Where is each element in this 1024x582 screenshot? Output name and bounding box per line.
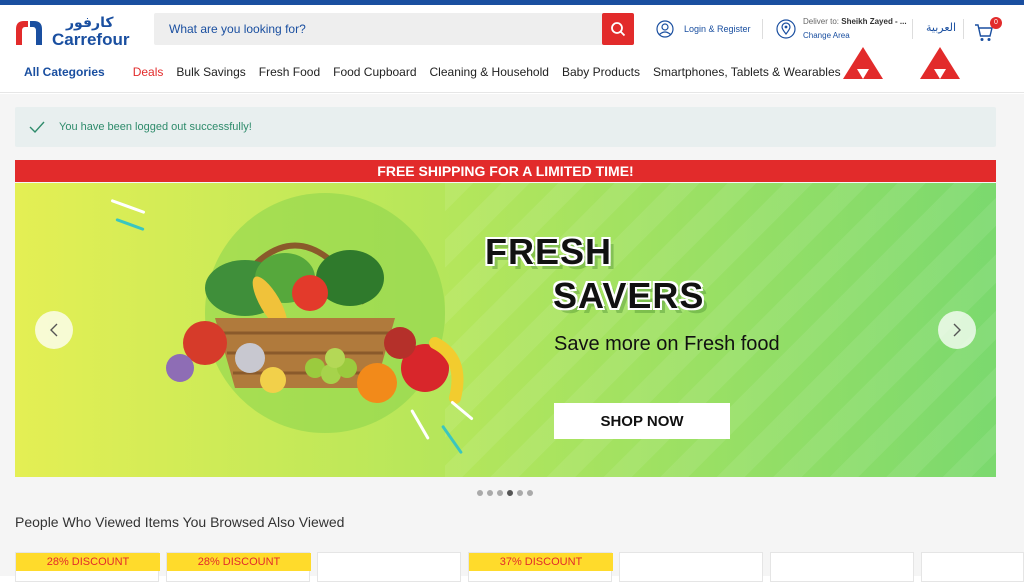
- carousel-dot[interactable]: [517, 490, 523, 496]
- header-divider: [963, 19, 964, 39]
- banner-subtitle: Save more on Fresh food: [554, 333, 780, 355]
- logo-text: Carrefour: [52, 30, 130, 49]
- logo-arabic-text: كارفور: [66, 15, 114, 31]
- nav-item-fresh-food[interactable]: Fresh Food: [259, 65, 320, 79]
- checkmark-icon: [29, 121, 45, 133]
- carousel-dot[interactable]: [477, 490, 483, 496]
- deliver-location: Sheikh Zayed - ...: [841, 17, 907, 26]
- banner-title-line2: SAVERS: [553, 275, 705, 316]
- annotation-arrow: [843, 47, 883, 79]
- chevron-left-icon: [50, 323, 58, 337]
- carrefour-logo-icon: [16, 21, 42, 45]
- banner-decoration: [110, 198, 146, 215]
- carousel-dot[interactable]: [527, 490, 533, 496]
- login-label: Login & Register: [684, 24, 751, 34]
- deliver-to-selector[interactable]: Deliver to: Sheikh Zayed - ... Change Ar…: [776, 15, 916, 45]
- nav-all-categories[interactable]: All Categories: [24, 65, 105, 79]
- discount-badge: 37% DISCOUNT: [469, 553, 613, 571]
- user-icon: [656, 20, 674, 38]
- deliver-prefix: Deliver to:: [803, 17, 840, 26]
- carousel-dot-active[interactable]: [507, 490, 513, 496]
- language-switch[interactable]: العربية: [926, 21, 956, 34]
- search-bar: [154, 13, 634, 45]
- cart-count-badge: 0: [990, 17, 1002, 29]
- alert-message: You have been logged out successfully!: [59, 121, 252, 133]
- location-pin-icon: [776, 19, 796, 39]
- product-card[interactable]: 28% DISCOUNT: [15, 552, 160, 582]
- free-shipping-banner[interactable]: FREE SHIPPING FOR A LIMITED TIME!: [15, 160, 996, 182]
- search-button[interactable]: [602, 13, 634, 45]
- fruit-basket-image: [166, 242, 464, 404]
- recommendations-title: People Who Viewed Items You Browsed Also…: [15, 514, 345, 530]
- carrefour-logo[interactable]: كارفور Carrefour: [14, 15, 134, 49]
- category-nav: All Categories Deals Bulk Savings Fresh …: [24, 65, 854, 79]
- discount-badge: 28% DISCOUNT: [167, 553, 311, 571]
- discount-badge: 28% DISCOUNT: [16, 553, 160, 571]
- carousel-prev-button[interactable]: [35, 311, 73, 349]
- header-divider: [762, 19, 763, 39]
- product-card[interactable]: 37% DISCOUNT: [468, 552, 613, 582]
- product-card[interactable]: [317, 552, 461, 582]
- search-input[interactable]: [154, 13, 600, 45]
- cart-button[interactable]: 0: [974, 17, 1004, 43]
- product-card[interactable]: 28% DISCOUNT: [166, 552, 311, 582]
- nav-item-smartphones[interactable]: Smartphones, Tablets & Wearables: [653, 65, 841, 79]
- nav-item-baby-products[interactable]: Baby Products: [562, 65, 640, 79]
- carousel-dots: [477, 490, 533, 496]
- deliver-to-text: Deliver to: Sheikh Zayed - ...: [803, 17, 907, 26]
- site-header: كارفور Carrefour Login & Register Delive…: [0, 5, 1024, 93]
- carousel-next-button[interactable]: [938, 311, 976, 349]
- login-register-link[interactable]: Login & Register: [656, 19, 751, 39]
- header-divider: [912, 19, 913, 39]
- nav-item-food-cupboard[interactable]: Food Cupboard: [333, 65, 416, 79]
- search-icon: [611, 22, 626, 37]
- product-card[interactable]: [921, 552, 1024, 582]
- product-card[interactable]: [770, 552, 914, 582]
- shop-now-button[interactable]: SHOP NOW: [554, 403, 730, 439]
- carousel-dot[interactable]: [497, 490, 503, 496]
- chevron-right-icon: [953, 323, 961, 337]
- nav-item-deals[interactable]: Deals: [133, 65, 164, 79]
- product-card[interactable]: [619, 552, 763, 582]
- logout-alert: You have been logged out successfully!: [15, 107, 996, 147]
- carousel-dot[interactable]: [487, 490, 493, 496]
- annotation-arrow: [920, 47, 960, 79]
- nav-item-bulk-savings[interactable]: Bulk Savings: [176, 65, 245, 79]
- hero-banner[interactable]: FRESH SAVERS Save more on Fresh food SHO…: [15, 183, 996, 477]
- main-content: You have been logged out successfully! F…: [0, 94, 1024, 582]
- change-area-link[interactable]: Change Area: [803, 31, 850, 40]
- banner-title-line1: FRESH: [485, 231, 613, 272]
- nav-item-cleaning-household[interactable]: Cleaning & Household: [430, 65, 549, 79]
